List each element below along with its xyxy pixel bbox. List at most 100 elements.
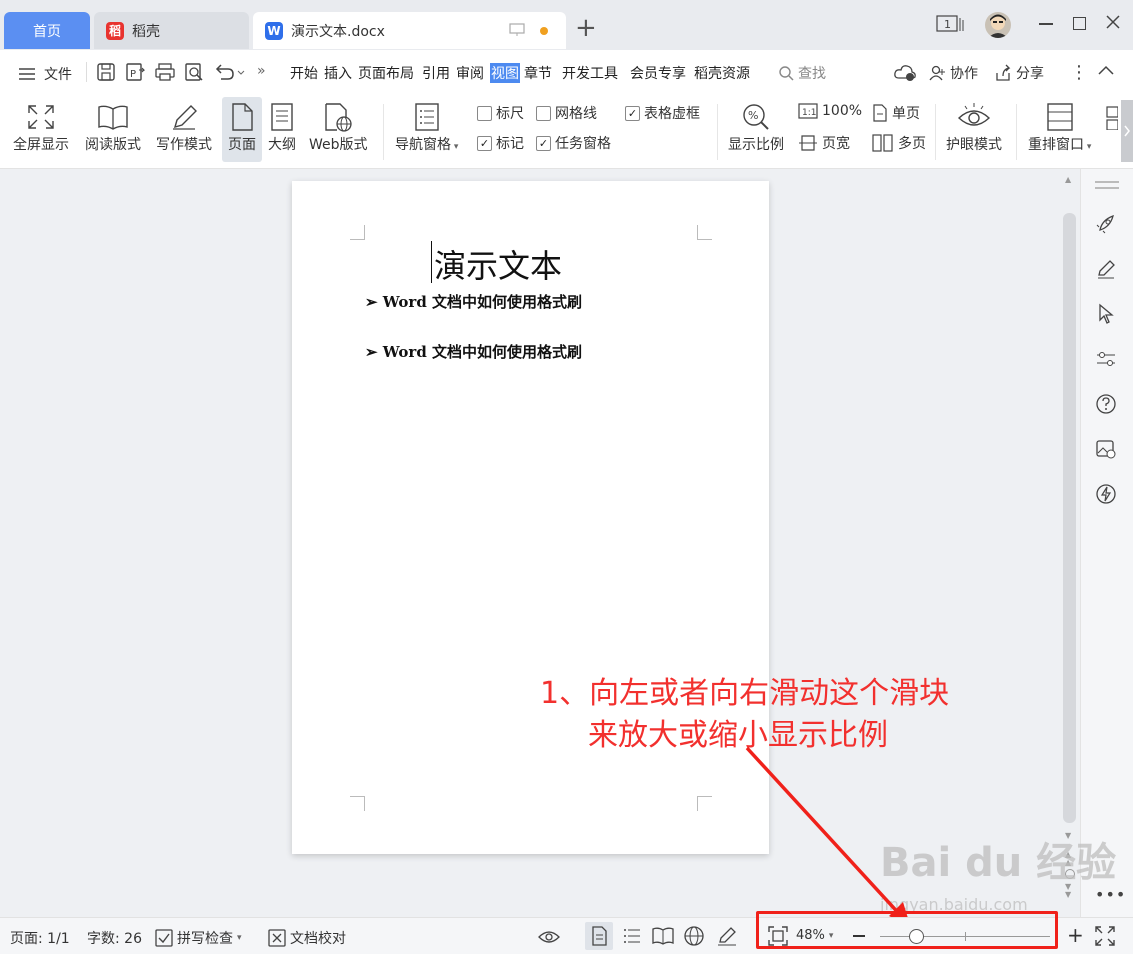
page-counter[interactable]: 页面: 1/1	[10, 928, 70, 948]
gridlines-checkbox[interactable]: 网格线	[536, 103, 597, 123]
page-view-status-button[interactable]	[585, 922, 613, 950]
svg-text:1:1: 1:1	[802, 108, 816, 118]
window-count-icon[interactable]: 1	[936, 14, 964, 34]
search-button[interactable]: 查找	[778, 63, 826, 83]
page-view-label: 页面	[228, 137, 256, 153]
image-tool-icon[interactable]	[1095, 438, 1117, 460]
vertical-scrollbar[interactable]: ▲ ▼ ▲ ▲ ▼ ▼	[1060, 169, 1080, 917]
file-menu[interactable]: 文件	[18, 64, 72, 84]
zoom-100-button[interactable]: 1:1 100%	[798, 103, 862, 119]
writing-mode-label: 写作模式	[156, 137, 212, 153]
tab-5[interactable]: 视图	[490, 63, 520, 83]
table-borders-label: 表格虚框	[644, 106, 700, 122]
writing-mode-button[interactable]: 写作模式	[156, 100, 212, 154]
print-preview-icon[interactable]	[184, 62, 204, 82]
marks-check-box[interactable]: ✓	[477, 135, 492, 151]
reading-mode-button[interactable]: 阅读版式	[85, 100, 141, 154]
outline-button[interactable]: 大纲	[268, 100, 296, 154]
gridlines-check-box[interactable]	[536, 105, 551, 121]
tab-daoke-label: 稻壳	[132, 23, 160, 40]
save-icon[interactable]	[96, 62, 116, 82]
eye-mode-button[interactable]: 护眼模式	[946, 100, 1002, 154]
edit-pen-icon[interactable]	[1095, 258, 1117, 280]
bullet-item[interactable]: ➢ Word 文档中如何使用格式刷	[365, 291, 582, 312]
tab-3[interactable]: 引用	[422, 63, 450, 83]
rearrange-window-button[interactable]: 重排窗口 ▾	[1028, 100, 1091, 154]
ruler-checkbox[interactable]: 标尺	[477, 103, 524, 123]
tab-0[interactable]: 开始	[290, 63, 318, 83]
multi-page-button[interactable]: 多页	[872, 133, 926, 153]
undo-icon[interactable]	[213, 62, 245, 82]
task-pane-check-box[interactable]: ✓	[536, 135, 551, 151]
zoom-ratio-button[interactable]: % 显示比例	[728, 100, 784, 154]
tab-daoke[interactable]: 稻 稻壳	[94, 12, 249, 49]
writing-view-icon[interactable]	[716, 926, 738, 946]
adjust-sliders-icon[interactable]	[1095, 348, 1117, 370]
more-chevron-icon[interactable]: »	[257, 63, 266, 79]
tab-4[interactable]: 审阅	[456, 63, 484, 83]
bullet-item[interactable]: ➢ Word 文档中如何使用格式刷	[365, 341, 582, 362]
collaborate-label: 协作	[950, 66, 978, 82]
ribbon-scroll-right[interactable]	[1121, 100, 1133, 162]
share-label: 分享	[1016, 66, 1044, 82]
minimize-icon[interactable]	[1039, 23, 1053, 25]
proofread-button[interactable]: 文档校对	[268, 928, 346, 948]
avatar[interactable]	[985, 12, 1011, 38]
close-icon[interactable]	[1104, 13, 1122, 31]
more-options-icon[interactable]: ⋮	[1070, 62, 1088, 83]
word-count[interactable]: 字数: 26	[87, 928, 142, 948]
help-icon[interactable]	[1095, 393, 1117, 415]
nav-pane-icon	[414, 100, 440, 134]
cloud-sync-icon[interactable]	[893, 62, 917, 82]
page-width-button[interactable]: 页宽	[798, 133, 850, 153]
table-borders-check-box[interactable]: ✓	[625, 105, 640, 121]
pen-icon	[169, 100, 199, 134]
eye-protection-icon[interactable]	[538, 926, 560, 946]
single-page-button[interactable]: 单页	[872, 103, 920, 123]
select-cursor-icon[interactable]	[1095, 303, 1117, 325]
share-button[interactable]: 分享	[994, 63, 1044, 83]
rocket-icon[interactable]	[1095, 213, 1117, 235]
reading-view-icon[interactable]	[652, 926, 674, 946]
bullet-text: Word 文档中如何使用格式刷	[382, 293, 583, 311]
new-tab-button[interactable]: +	[575, 15, 597, 41]
tab-9[interactable]: 稻壳资源	[694, 63, 750, 83]
lightning-icon[interactable]	[1095, 483, 1117, 505]
fullscreen-button[interactable]: 全屏显示	[13, 100, 69, 154]
export-pdf-icon[interactable]: P	[125, 62, 145, 82]
zoom-in-icon[interactable]: +	[1067, 925, 1084, 945]
web-view-icon[interactable]	[684, 926, 704, 946]
tab-home[interactable]: 首页	[4, 12, 90, 49]
collaborate-button[interactable]: 协作	[928, 63, 978, 83]
web-layout-button[interactable]: Web版式	[309, 100, 368, 154]
fullscreen-status-icon[interactable]	[1095, 926, 1115, 946]
print-icon[interactable]	[154, 62, 176, 82]
bullet-text: Word 文档中如何使用格式刷	[382, 343, 583, 361]
document-title[interactable]: 演示文本	[434, 241, 562, 287]
task-pane-checkbox[interactable]: ✓ 任务窗格	[536, 133, 611, 153]
tab-8[interactable]: 会员专享	[630, 63, 686, 83]
tab-2[interactable]: 页面布局	[358, 63, 414, 83]
page-view-button[interactable]: 页面	[222, 97, 262, 162]
marks-checkbox[interactable]: ✓ 标记	[477, 133, 524, 153]
split-window-icon[interactable]	[1106, 106, 1118, 130]
collapse-ribbon-icon[interactable]	[1097, 64, 1115, 76]
svg-text:P: P	[130, 69, 136, 80]
ruler-check-box[interactable]	[477, 105, 492, 121]
page-icon	[230, 100, 254, 134]
eye-icon	[957, 100, 991, 134]
outline-view-icon[interactable]	[622, 927, 642, 945]
tab-6[interactable]: 章节	[524, 63, 552, 83]
nav-pane-button[interactable]: 导航窗格 ▾	[395, 100, 458, 154]
table-borders-checkbox[interactable]: ✓ 表格虚框	[625, 103, 700, 123]
scrollbar-thumb[interactable]	[1063, 213, 1076, 823]
web-layout-label: Web版式	[309, 137, 368, 153]
tab-7[interactable]: 开发工具	[562, 63, 618, 83]
tab-document[interactable]: W 演示文本.docx	[253, 12, 566, 49]
spellcheck-button[interactable]: 拼写检查 ▾	[155, 928, 242, 948]
tab-1[interactable]: 插入	[324, 63, 352, 83]
annotation-arrow	[745, 746, 911, 928]
maximize-icon[interactable]	[1073, 17, 1086, 30]
desktop-icon[interactable]	[509, 23, 525, 37]
scroll-up-icon[interactable]: ▲	[1065, 175, 1071, 184]
